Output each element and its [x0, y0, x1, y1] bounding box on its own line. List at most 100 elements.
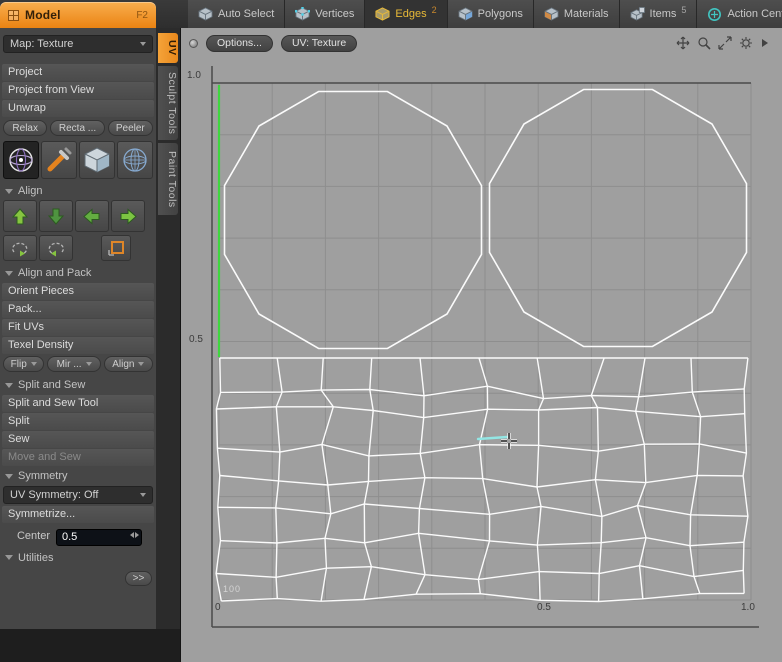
command-orient-pieces[interactable]: Orient Pieces	[2, 283, 154, 300]
section-header-align-and-pack[interactable]: Align and Pack	[0, 265, 156, 281]
items-cubes-icon	[630, 7, 645, 21]
edges-cube-icon	[375, 7, 390, 21]
command-pack[interactable]: Pack...	[2, 301, 154, 318]
orient-rect-button[interactable]	[101, 235, 131, 261]
align-down-button[interactable]	[39, 200, 73, 232]
collapse-triangle-icon	[5, 270, 13, 276]
uv-peeler-tool-button[interactable]	[41, 141, 77, 179]
wireframe-sphere-icon	[120, 145, 150, 175]
tab-edges[interactable]: Edges 2	[365, 0, 448, 28]
tab-label: UV	[166, 40, 178, 56]
tab-sculpt-tools[interactable]: Sculpt Tools	[158, 66, 178, 140]
uv-texture-map-button[interactable]: UV: Texture	[280, 34, 358, 52]
tab-polygons[interactable]: Polygons	[447, 0, 534, 28]
cube-icon	[82, 145, 112, 175]
rotate-cw-button[interactable]	[39, 235, 73, 261]
symmetrize-list: Symmetrize...	[2, 506, 154, 523]
uv-editor-viewport: Options... UV: Texture 1.0 0.5 0 0.5 1.0…	[180, 28, 782, 662]
arrow-right-icon	[119, 207, 137, 225]
uv-canvas[interactable]	[181, 28, 782, 662]
command-split[interactable]: Split	[2, 413, 154, 430]
uv-symmetry-selector[interactable]: UV Symmetry: Off	[3, 486, 153, 504]
rectangle-button[interactable]: Recta ...	[50, 120, 105, 136]
section-header-align[interactable]: Align	[0, 183, 156, 199]
section-label: Align and Pack	[18, 267, 92, 279]
button-label: UV: Texture	[291, 37, 347, 49]
button-label: Align	[112, 358, 135, 370]
command-fit-uvs[interactable]: Fit UVs	[2, 319, 154, 336]
center-field-label: Center	[16, 530, 50, 543]
tab-vertices[interactable]: Vertices	[285, 0, 366, 28]
spinner-right-icon	[135, 532, 139, 538]
rotate-cw-icon	[45, 239, 67, 257]
button-label: Recta ...	[58, 122, 97, 134]
flip-dropdown[interactable]: Flip	[3, 356, 45, 372]
rotate-ccw-icon	[9, 239, 31, 257]
viewport-widget-dot-icon[interactable]	[189, 38, 198, 48]
rotate-ccw-button[interactable]	[3, 235, 37, 261]
orange-rect-icon	[106, 239, 126, 257]
align-right-button[interactable]	[111, 200, 145, 232]
auto-select-cube-icon	[198, 7, 213, 21]
align-dropdown[interactable]: Align	[103, 356, 154, 372]
top-toolbar: Model F2 Auto Select Vertices Edges 2 Po…	[0, 0, 782, 28]
align-up-button[interactable]	[3, 200, 37, 232]
align-left-button[interactable]	[75, 200, 109, 232]
fit-view-icon[interactable]	[718, 36, 732, 50]
panel-expand-button[interactable]: >>	[125, 570, 152, 586]
pan-icon[interactable]	[676, 36, 690, 50]
command-sew[interactable]: Sew	[2, 431, 154, 448]
uv-tools-panel: Map: Texture Project Project from View U…	[0, 28, 156, 629]
section-header-symmetry[interactable]: Symmetry	[0, 468, 156, 484]
arrow-left-icon	[83, 207, 101, 225]
axis-label-u-mid: 0.5	[537, 602, 551, 613]
tab-model[interactable]: Model F2	[0, 2, 156, 28]
gear-icon[interactable]	[739, 36, 753, 50]
uv-map-selector[interactable]: Map: Texture	[3, 35, 153, 53]
tab-paint-tools[interactable]: Paint Tools	[158, 143, 178, 215]
vertices-cube-icon	[295, 7, 311, 21]
items-badge: 5	[681, 5, 687, 15]
command-unwrap[interactable]: Unwrap	[2, 100, 154, 117]
command-split-and-sew-tool[interactable]: Split and Sew Tool	[2, 395, 154, 412]
rotate-row	[3, 235, 153, 261]
button-label: Peeler	[115, 122, 145, 134]
section-header-split-and-sew[interactable]: Split and Sew	[0, 377, 156, 393]
button-label: Flip	[10, 358, 27, 370]
tab-action-center[interactable]: Action Center	[697, 0, 782, 28]
model-tab-shortcut: F2	[136, 9, 148, 21]
tab-uv[interactable]: UV	[158, 33, 178, 63]
uv-sphere-project-tool-button[interactable]	[3, 141, 39, 179]
tab-items[interactable]: Items 5	[619, 0, 698, 28]
peeler-button[interactable]: Peeler	[107, 120, 154, 136]
arrow-down-icon	[47, 208, 65, 225]
tab-materials[interactable]: Materials	[533, 0, 620, 28]
section-header-utilities[interactable]: Utilities	[0, 550, 156, 566]
selection-mode-tabs: Auto Select Vertices Edges 2 Polygons Ma…	[188, 0, 782, 28]
command-symmetrize[interactable]: Symmetrize...	[2, 506, 154, 523]
tab-label: Polygons	[477, 8, 523, 20]
command-project-from-view[interactable]: Project from View	[2, 82, 154, 99]
options-button[interactable]: Options...	[206, 34, 273, 52]
spinner-left-icon	[130, 532, 134, 538]
relax-button[interactable]: Relax	[3, 120, 48, 136]
mirror-dropdown[interactable]: Mir ...	[47, 356, 101, 372]
zoom-icon[interactable]	[697, 36, 711, 50]
collapse-triangle-icon	[5, 188, 13, 194]
tab-auto-select[interactable]: Auto Select	[188, 0, 286, 28]
value-spinner[interactable]	[130, 532, 139, 538]
tab-label: Sculpt Tools	[166, 71, 178, 135]
viewport-header: Options... UV: Texture	[181, 28, 782, 58]
cube-project-tool-button[interactable]	[79, 141, 115, 179]
chevron-down-icon	[30, 362, 37, 366]
layout-grid-icon	[8, 9, 19, 21]
chevron-down-icon	[140, 42, 146, 46]
command-move-and-sew: Move and Sew	[2, 449, 154, 466]
action-center-icon	[707, 7, 722, 22]
axis-label-origin: 0	[215, 602, 221, 613]
command-project[interactable]: Project	[2, 64, 154, 81]
command-texel-density[interactable]: Texel Density	[2, 337, 154, 354]
flyout-arrow-icon[interactable]	[760, 37, 770, 49]
sphere-project-tool-button[interactable]	[117, 141, 153, 179]
model-tab-label: Model	[25, 8, 61, 22]
